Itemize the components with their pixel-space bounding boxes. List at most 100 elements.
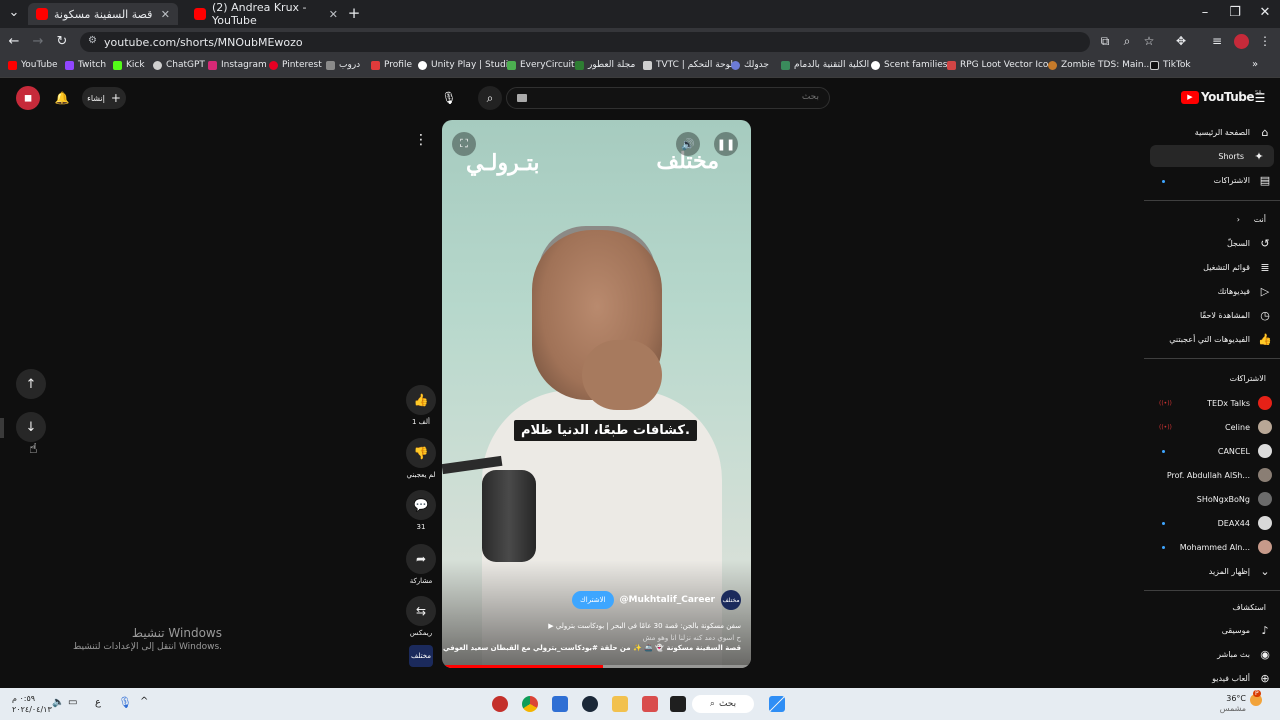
bookmark-item[interactable]: TVTC | لوحة التحكم — [643, 60, 733, 70]
hamburger-menu-icon[interactable]: ☰ — [1248, 86, 1272, 110]
search-button[interactable]: ⌕ — [478, 86, 502, 110]
bookmark-item[interactable]: الكلية التقنية بالدمام — [781, 60, 869, 70]
keyboard-icon[interactable] — [517, 94, 527, 102]
taskbar-search[interactable]: ⌕ بحث — [692, 695, 754, 713]
extensions-icon[interactable]: ✥ — [1172, 34, 1190, 48]
account-avatar[interactable]: ◼ — [16, 86, 40, 110]
voice-search-icon[interactable]: 🎙 — [437, 86, 461, 110]
bookmark-item[interactable]: Profile — [371, 60, 412, 70]
store-icon[interactable] — [552, 696, 568, 712]
browser-menu-icon[interactable]: ⋮ — [1256, 34, 1274, 48]
sidebar-section-you[interactable]: أنت — [1254, 215, 1266, 224]
url-bar[interactable]: ⚙ youtube.com/shorts/MNOubMEwozo — [80, 32, 1090, 52]
site-info-icon[interactable]: ⚙ — [88, 35, 97, 46]
sidebar-item[interactable]: إظهار المزيد ⌄ — [1144, 560, 1280, 582]
close-window-icon[interactable]: ✕ — [1250, 5, 1280, 20]
speaker-icon[interactable]: 🔈 — [52, 697, 64, 708]
fullscreen-icon[interactable]: ⛶ — [452, 132, 476, 156]
show-hidden-icons-icon[interactable]: ^ — [140, 696, 148, 707]
clock[interactable]: ٠:٥٩ م ٢٠٢٤/٠٤/١٣ — [12, 693, 52, 715]
remix-button[interactable]: ⇆ ريمكس — [404, 596, 438, 637]
sidebar-item[interactable]: موسيقى ♪ — [1144, 619, 1280, 641]
start-windows-icon[interactable] — [769, 696, 785, 712]
restore-icon[interactable]: ❐ — [1220, 5, 1250, 20]
new-tab-button[interactable]: + — [344, 4, 364, 22]
sidebar-section-subscriptions[interactable]: الاشتراكات — [1230, 374, 1266, 383]
progress-bar[interactable] — [442, 665, 751, 668]
video-description[interactable]: قصة السفينة مسكونة 👻 🚢 ✨ من حلقة #بودكاس… — [443, 644, 741, 652]
minimize-icon[interactable]: – — [1190, 5, 1220, 20]
sidebar-item[interactable]: قوائم التشغيل ≣ — [1144, 256, 1280, 278]
bookmark-item[interactable]: Twitch — [65, 60, 106, 70]
sidebar-item[interactable]: المشاهدة لاحقًا ◷ — [1144, 304, 1280, 326]
next-short-button[interactable]: ↓ — [16, 412, 46, 442]
like-button[interactable]: 👍 1 ألف — [404, 385, 438, 426]
bookmark-item[interactable]: RPG Loot Vector Ico... — [947, 60, 1057, 70]
search-input[interactable]: بحث — [506, 87, 830, 109]
pause-icon[interactable]: ❚❚ — [714, 132, 738, 156]
comments-button[interactable]: 💬 31 — [404, 490, 438, 531]
sidebar-item[interactable]: فيديوهاتك ▷ — [1144, 280, 1280, 302]
more-options-icon[interactable]: ⋮ — [410, 132, 432, 148]
bookmark-item[interactable]: جدولك — [731, 60, 769, 70]
subscription-item[interactable]: Prof. Abdullah AlSh... — [1144, 464, 1280, 486]
bookmark-item[interactable]: Kick — [113, 60, 145, 70]
app-icon-1[interactable] — [492, 696, 508, 712]
profile-avatar[interactable] — [1234, 34, 1249, 49]
sidebar-item[interactable]: الفيديوهات التي أعجبتني 👍 — [1144, 328, 1280, 350]
bookmark-item[interactable]: EveryCircuit — [507, 60, 575, 70]
tab-active[interactable]: قصة السفينة مسكونة ✕ — [28, 3, 178, 25]
sidebar-item[interactable]: السجلّ ↺ — [1144, 232, 1280, 254]
steam-icon[interactable] — [582, 696, 598, 712]
notifications-bell-icon[interactable]: 🔔 — [50, 86, 74, 110]
sidebar-item[interactable]: الصفحة الرئيسية ⌂ — [1144, 121, 1280, 143]
bookmark-item[interactable]: ChatGPT — [153, 60, 205, 70]
bookmark-item[interactable]: Scent families — [871, 60, 947, 70]
sidebar-item[interactable]: ألعاب فيديو ⊕ — [1144, 667, 1280, 689]
dislike-button[interactable]: 👎 لم يعجبني — [404, 438, 438, 479]
youtube-favicon-icon — [36, 8, 48, 20]
bookmark-item[interactable]: مجلة العطور — [575, 60, 635, 70]
chrome-icon[interactable] — [522, 696, 538, 712]
terminal-icon[interactable] — [670, 696, 686, 712]
volume-icon[interactable]: 🔊 — [676, 132, 700, 156]
channel-avatar[interactable]: مختلف — [721, 590, 741, 610]
bookmark-item[interactable]: Unity Play | Studio — [418, 60, 514, 70]
reload-icon[interactable]: ↻ — [52, 34, 72, 49]
video-title[interactable]: ▶ سفن مسكونة بالجن: قصة 30 عامًا في البح… — [548, 622, 741, 630]
weather-widget[interactable]: 36°C مشمس — [1216, 694, 1246, 714]
subscription-item[interactable]: SHoNgxBoNg — [1144, 488, 1280, 510]
shorts-player[interactable]: بتـرولـي مختلف ⛶ 🔊 ❚❚ كشافات طبعًا، الدن… — [442, 120, 751, 668]
bookmark-star-icon[interactable]: ☆ — [1140, 34, 1158, 48]
file-explorer-icon[interactable] — [612, 696, 628, 712]
network-icon[interactable]: ▭ — [68, 697, 77, 708]
snipping-tool-icon[interactable] — [642, 696, 658, 712]
share-button[interactable]: ➦ مشاركة — [404, 544, 438, 585]
subscribe-button[interactable]: الاشتراك — [572, 591, 614, 609]
close-tab-icon[interactable]: ✕ — [161, 8, 170, 21]
channel-handle[interactable]: @Mukhtalif_Career — [620, 595, 715, 605]
input-language[interactable]: ع — [95, 697, 101, 708]
media-control-icon[interactable]: ≡ — [1208, 34, 1226, 48]
microphone-icon[interactable]: 🎙 — [118, 696, 132, 709]
tab-search-icon[interactable]: ⌄ — [4, 5, 24, 20]
previous-short-button[interactable]: ↑ — [16, 369, 46, 399]
bookmark-item[interactable]: TikTok — [1150, 60, 1191, 70]
bookmark-item[interactable]: دروب — [326, 60, 360, 70]
bookmark-item[interactable]: Instagram — [208, 60, 267, 70]
bookmark-item[interactable]: Zombie TDS: Main... — [1048, 60, 1152, 70]
zoom-icon[interactable]: ⌕ — [1118, 34, 1136, 49]
create-button[interactable]: إنشاء + — [82, 87, 126, 109]
sidebar-item[interactable]: بث مباشر ◉ — [1144, 643, 1280, 665]
scrollbar-handle[interactable] — [0, 418, 4, 438]
tab-inactive[interactable]: (2) Andrea Krux - YouTube ✕ — [186, 1, 346, 27]
close-tab-icon[interactable]: ✕ — [329, 8, 338, 21]
bookmark-item[interactable]: YouTube — [8, 60, 58, 70]
forward-icon[interactable]: → — [28, 34, 48, 49]
install-app-icon[interactable]: ⧉ — [1096, 34, 1114, 49]
sidebar-item[interactable]: Shorts ✦ — [1150, 145, 1274, 167]
back-icon[interactable]: ← — [4, 34, 24, 49]
more-bookmarks-icon[interactable]: » — [1252, 59, 1258, 70]
bookmark-item[interactable]: Pinterest — [269, 60, 322, 70]
sound-avatar[interactable]: مختلف — [409, 645, 433, 667]
